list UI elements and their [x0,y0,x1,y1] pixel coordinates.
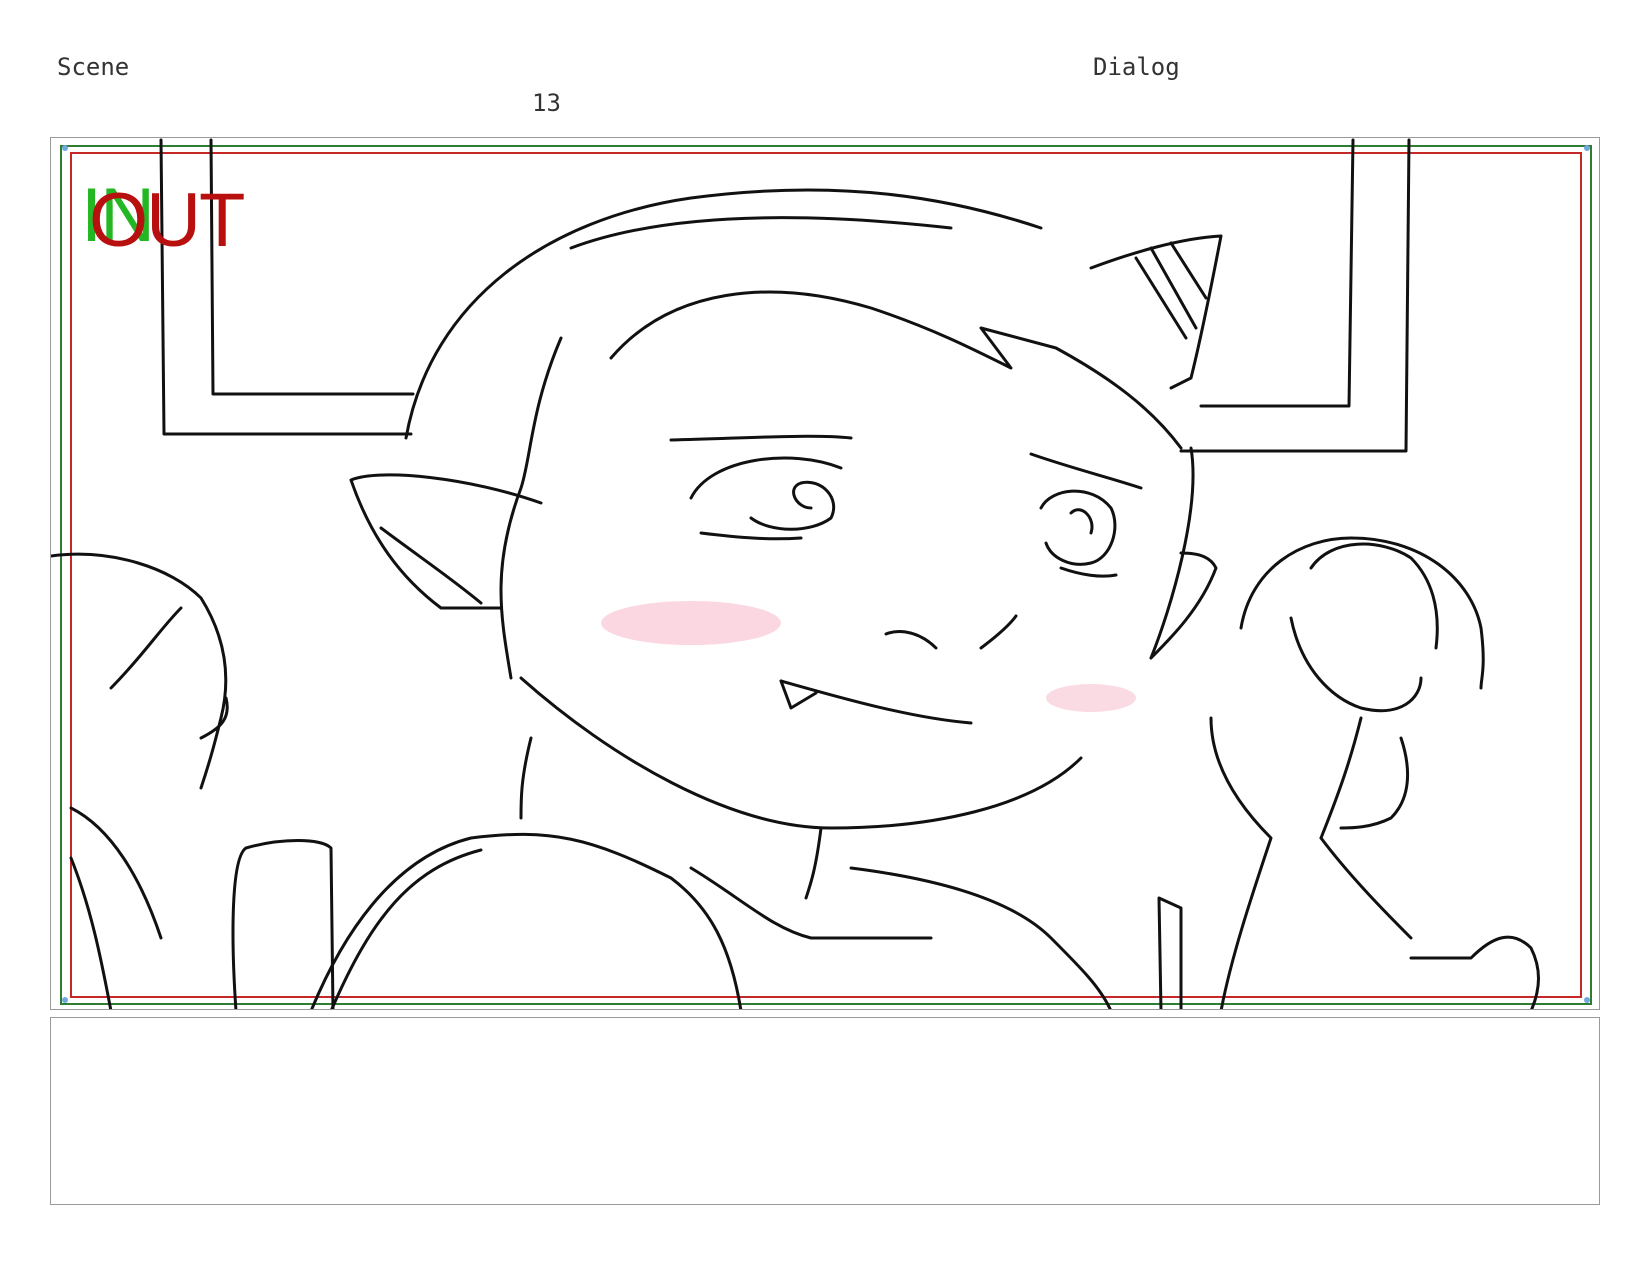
bg-object-right [1157,896,1183,1009]
ear-right [1149,551,1218,660]
nose [884,614,1018,650]
safe-frame [60,145,1592,1005]
out-marker: OUT [89,178,245,263]
eyebrow-left [669,434,853,442]
bg-child-left-head [51,552,228,790]
bg-child-left-body [69,806,163,1009]
bg-child-right-face [1319,716,1410,840]
blush-right [1046,684,1136,712]
bg-child-left-face [109,606,229,740]
action-frame [70,152,1582,998]
ear-left [349,473,543,610]
shoulder-left [310,832,743,1009]
eye-left-lash [699,531,803,541]
blush-left [601,601,781,645]
bg-child-right-body [1209,716,1540,1009]
corner-handle-br [1584,997,1590,1003]
neck [804,826,823,900]
scene-number: 13 [532,89,561,117]
eye-left [689,456,843,531]
bg-child-right-hair [1289,542,1439,713]
mouth [779,679,973,725]
scene-label: Scene [57,53,130,81]
corner-handle-tr [1584,145,1590,151]
corner-handle-bl [62,997,68,1003]
storyboard-sketch [51,138,1592,1009]
eye-right-lash [1059,566,1118,578]
hair-front [609,290,1183,450]
eyebrow-right [1029,452,1143,490]
corner-handle-tl [62,145,68,151]
face-left-side [499,336,563,680]
bg-object-left [231,839,335,1009]
eye-right [1039,489,1117,566]
storyboard-panel: IN OUT [50,137,1600,1010]
dialog-label: Dialog [1093,53,1180,81]
bg-child-right-head [1239,536,1485,690]
horn-shading [1134,241,1208,340]
window-frame-right [1179,138,1411,453]
dialog-box[interactable] [50,1017,1600,1205]
hair-line [569,216,953,250]
jaw-lower [519,736,533,820]
